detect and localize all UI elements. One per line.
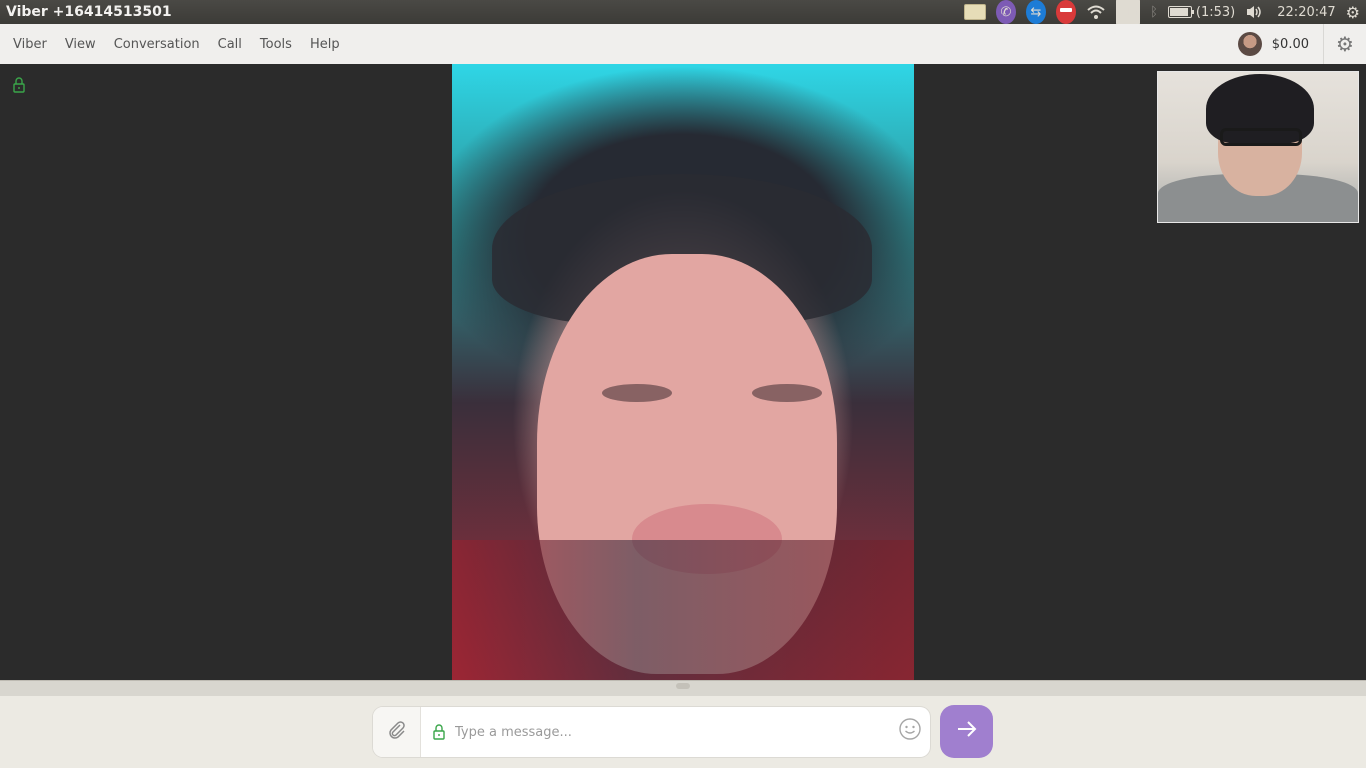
balance-label[interactable]: $0.00 — [1272, 37, 1309, 52]
settings-icon[interactable]: ⚙ — [1346, 0, 1360, 24]
battery-icon[interactable] — [1167, 0, 1194, 24]
composer-area — [0, 696, 1366, 768]
clock[interactable]: 22:20:47 — [1277, 0, 1335, 24]
menu-viber[interactable]: Viber — [13, 37, 47, 52]
menu-help[interactable]: Help — [310, 37, 340, 52]
menu-conversation[interactable]: Conversation — [114, 37, 200, 52]
message-composer — [373, 707, 930, 757]
video-call-area — [0, 64, 1366, 680]
gear-icon[interactable]: ⚙ — [1324, 24, 1366, 64]
volume-icon[interactable] — [1245, 0, 1263, 24]
message-input[interactable] — [453, 716, 890, 748]
window-title: Viber +16414513501 — [6, 4, 172, 20]
folder-icon[interactable] — [963, 4, 986, 20]
lock-icon — [433, 724, 445, 740]
bluetooth-icon[interactable]: ᛒ — [1150, 0, 1158, 24]
viber-icon[interactable]: ✆ — [995, 0, 1016, 24]
remote-video-eye-right — [752, 384, 822, 402]
menu-view[interactable]: View — [65, 37, 96, 52]
battery-time: (1:53) — [1195, 4, 1236, 20]
wifi-icon[interactable] — [1086, 0, 1106, 24]
remote-video-shirt — [452, 540, 914, 680]
arrow-right-icon — [955, 719, 979, 745]
remote-video-feed — [452, 64, 914, 680]
remote-video-eye-left — [602, 384, 672, 402]
avatar[interactable] — [1237, 32, 1262, 56]
self-video-glasses — [1220, 128, 1302, 146]
system-top-bar: Viber +16414513501 ✆ ⇆ En ᛒ (1:53) 22:20… — [0, 0, 1366, 25]
menu-tools[interactable]: Tools — [260, 37, 292, 52]
menu-call[interactable]: Call — [218, 37, 242, 52]
resize-handle[interactable] — [676, 683, 690, 689]
self-video-preview[interactable] — [1157, 71, 1359, 223]
lock-icon — [13, 77, 25, 93]
no-entry-icon[interactable] — [1055, 0, 1076, 24]
menu-bar: Viber View Conversation Call Tools Help … — [0, 24, 1366, 65]
attach-button[interactable] — [373, 707, 421, 757]
teamviewer-icon[interactable]: ⇆ — [1025, 0, 1046, 24]
smiley-icon — [898, 717, 922, 747]
keyboard-layout-icon[interactable]: En — [1115, 0, 1141, 25]
pane-divider[interactable] — [0, 680, 1366, 697]
send-button[interactable] — [940, 705, 993, 758]
emoji-button[interactable] — [890, 707, 930, 757]
paperclip-icon — [387, 720, 407, 745]
system-tray: ✆ ⇆ En ᛒ (1:53) 22:20:47 ⚙ — [954, 0, 1366, 25]
